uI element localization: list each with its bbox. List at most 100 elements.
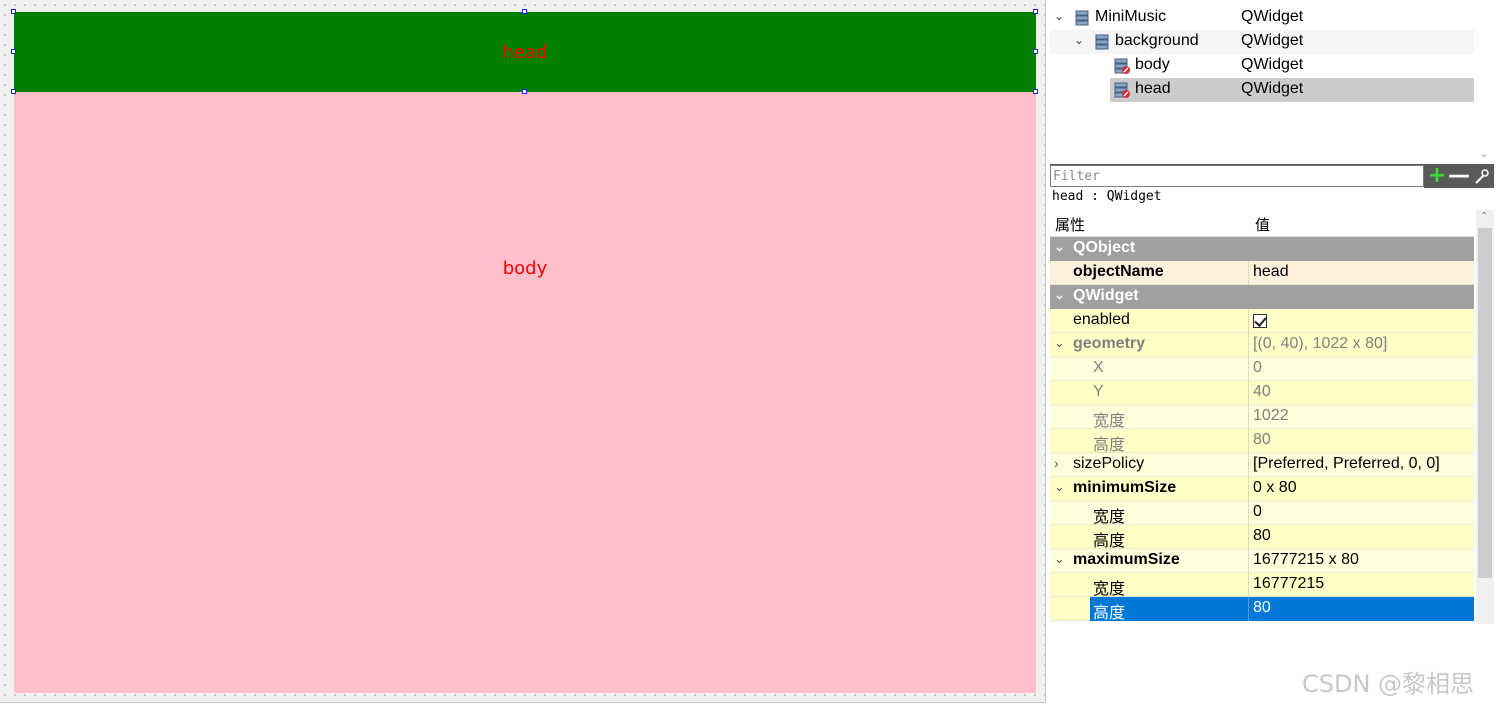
resize-handle-left[interactable] [11,49,16,54]
column-divider [1248,261,1249,285]
object-inspector: ⌄ MiniMusic QWidget ⌄ background QWidget… [1050,4,1474,162]
scrollbar-thumb[interactable] [1478,228,1492,578]
column-divider [1248,573,1249,597]
chevron-down-icon[interactable]: ⌄ [1054,9,1064,23]
property-table-header: 属性 值 [1050,210,1474,237]
tree-item-head[interactable]: head QWidget [1050,78,1474,102]
property-filter-bar: + — [1050,164,1494,189]
chevron-up-icon[interactable]: ⌃ [1480,211,1488,222]
column-divider [1248,597,1249,621]
column-divider [1248,381,1249,405]
resize-handle-bottom-right[interactable] [1033,89,1038,94]
tree-item-name: head [1135,80,1171,97]
property-row-geometry-y[interactable]: Y 40 [1050,381,1474,405]
property-row-geometry-x[interactable]: X 0 [1050,357,1474,381]
property-row-minimumsize[interactable]: ⌄ minimumSize 0 x 80 [1050,477,1474,501]
column-divider [1248,357,1249,381]
tree-item-body[interactable]: body QWidget [1050,54,1474,78]
property-column-header[interactable]: 属性 [1055,214,1085,235]
chevron-down-icon[interactable]: ⌄ [1054,551,1065,567]
column-divider [1248,549,1249,573]
enabled-checkbox[interactable] [1253,314,1267,328]
property-name: 宽度 [1093,509,1126,526]
property-name: 宽度 [1093,413,1126,430]
property-name: 宽度 [1093,581,1126,598]
property-row-sizepolicy[interactable]: › sizePolicy [Preferred, Preferred, 0, 0… [1050,453,1474,477]
column-divider [1248,429,1249,453]
property-value: 1022 [1253,407,1289,424]
property-value[interactable]: 0 x 80 [1253,479,1297,497]
property-row-geometry-width[interactable]: 宽度 1022 [1050,405,1474,430]
resize-handle-bottom[interactable] [522,89,527,94]
column-divider [1248,333,1249,357]
resize-handle-top[interactable] [522,9,527,14]
property-row-minimumsize-height[interactable]: 高度 80 [1050,525,1474,550]
property-name: 高度 [1093,605,1126,622]
property-row-objectname[interactable]: objectName head [1050,261,1474,285]
tree-item-name: body [1135,56,1170,73]
property-name: minimumSize [1073,479,1177,496]
tree-item-minimusic[interactable]: ⌄ MiniMusic QWidget [1050,6,1474,30]
property-row-enabled[interactable]: enabled [1050,309,1474,333]
property-value[interactable]: 16777215 [1253,575,1324,593]
inspector-scrollbar[interactable]: ⌄ [1476,4,1494,162]
property-name: QWidget [1073,287,1139,304]
broken-layout-widget-icon [1114,58,1130,74]
resize-handle-top-left[interactable] [11,9,16,14]
property-scrollbar[interactable]: ⌃ [1476,210,1494,624]
column-divider [1248,477,1249,501]
remove-property-button[interactable]: — [1448,165,1470,188]
property-row-geometry[interactable]: ⌄ geometry [(0, 40), 1022 x 80] [1050,333,1474,357]
chevron-down-icon[interactable]: ⌄ [1480,149,1488,160]
head-widget[interactable]: head [14,12,1036,92]
chevron-down-icon[interactable]: ⌄ [1054,335,1065,351]
property-value[interactable]: head [1253,263,1289,281]
layout-widget-icon [1075,10,1089,26]
body-widget[interactable]: body [14,92,1036,693]
property-group-qwidget[interactable]: ⌄ QWidget [1050,285,1474,309]
column-divider [1248,309,1249,333]
property-value[interactable]: 16777215 x 80 [1253,551,1359,569]
property-value[interactable]: 80 [1253,527,1271,545]
column-divider [1248,453,1249,477]
property-value[interactable]: 80 [1253,599,1271,617]
resize-handle-top-right[interactable] [1033,9,1038,14]
chevron-down-icon[interactable]: ⌄ [1054,287,1065,303]
property-table: ⌄ QObject objectName head ⌄ QWidget enab… [1050,237,1474,622]
chevron-down-icon[interactable]: ⌄ [1054,239,1065,255]
watermark: CSDN @黎相思 [1302,670,1475,698]
filter-input[interactable] [1050,165,1424,187]
add-property-button[interactable]: + [1426,165,1448,188]
column-divider [1248,525,1249,549]
property-name: 高度 [1093,533,1126,550]
wrench-icon[interactable] [1470,165,1492,188]
property-row-maximumsize[interactable]: ⌄ maximumSize 16777215 x 80 [1050,549,1474,573]
column-divider [1248,501,1249,525]
property-value: 40 [1253,383,1271,400]
property-value[interactable]: 0 [1253,503,1262,521]
property-name: geometry [1073,335,1146,352]
selection-highlight [1090,597,1474,621]
property-value[interactable]: [Preferred, Preferred, 0, 0] [1253,455,1440,473]
property-toolbar: + — [1424,165,1494,188]
property-row-minimumsize-width[interactable]: 宽度 0 [1050,501,1474,526]
resize-handle-bottom-left[interactable] [11,89,16,94]
property-row-geometry-height[interactable]: 高度 80 [1050,429,1474,454]
property-group-qobject[interactable]: ⌄ QObject [1050,237,1474,261]
property-value: [(0, 40), 1022 x 80] [1253,335,1388,352]
form-canvas[interactable]: body head [0,0,1046,703]
value-column-header[interactable]: 值 [1255,214,1270,235]
property-row-maximumsize-height[interactable]: 高度 80 [1050,597,1474,622]
property-value: 0 [1253,359,1262,376]
property-row-maximumsize-width[interactable]: 宽度 16777215 [1050,573,1474,598]
layout-widget-icon [1095,34,1109,50]
property-name: sizePolicy [1073,455,1145,472]
resize-handle-right[interactable] [1033,49,1038,54]
property-name: QObject [1073,239,1136,256]
chevron-down-icon[interactable]: ⌄ [1074,33,1084,47]
tree-item-class: QWidget [1241,32,1304,49]
chevron-down-icon[interactable]: ⌄ [1054,479,1065,495]
tree-item-background[interactable]: ⌄ background QWidget [1050,30,1474,54]
tree-item-class: QWidget [1241,80,1304,97]
chevron-right-icon[interactable]: › [1054,455,1059,471]
